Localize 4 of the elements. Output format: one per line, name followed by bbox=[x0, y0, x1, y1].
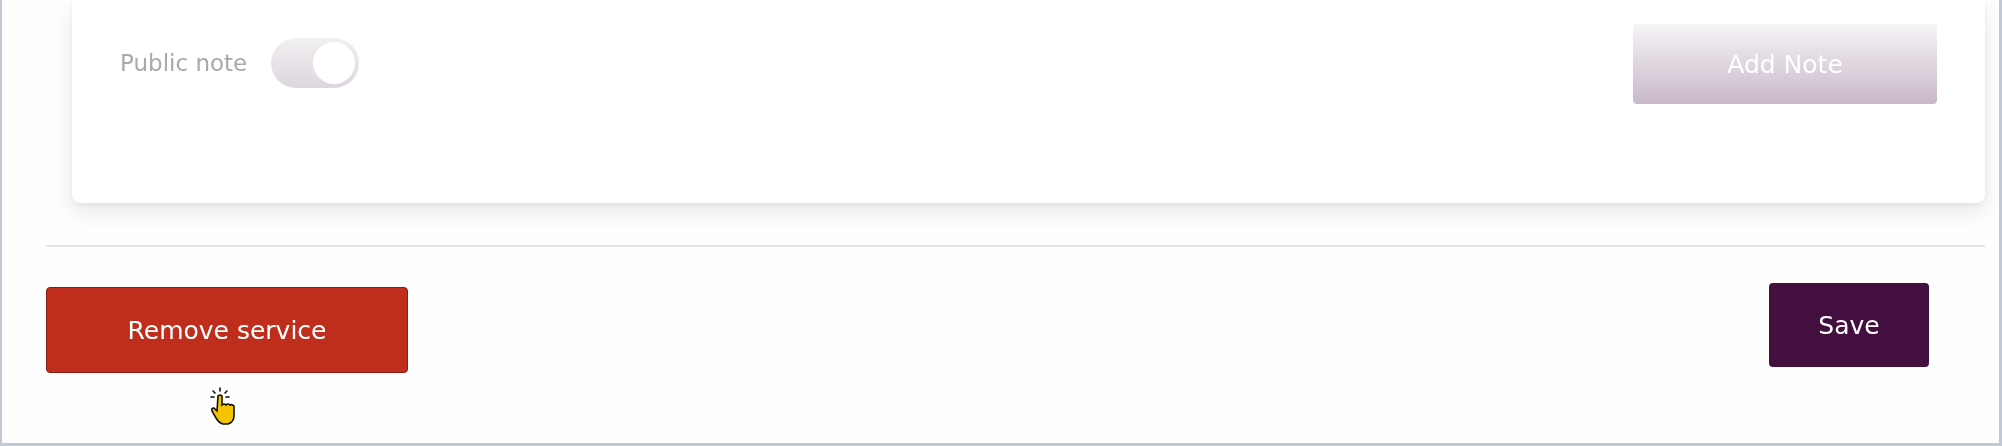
hand-pointer-icon bbox=[208, 386, 238, 426]
remove-service-button[interactable]: Remove service bbox=[46, 287, 408, 373]
public-note-label: Public note bbox=[120, 50, 248, 76]
save-button[interactable]: Save bbox=[1769, 283, 1929, 367]
